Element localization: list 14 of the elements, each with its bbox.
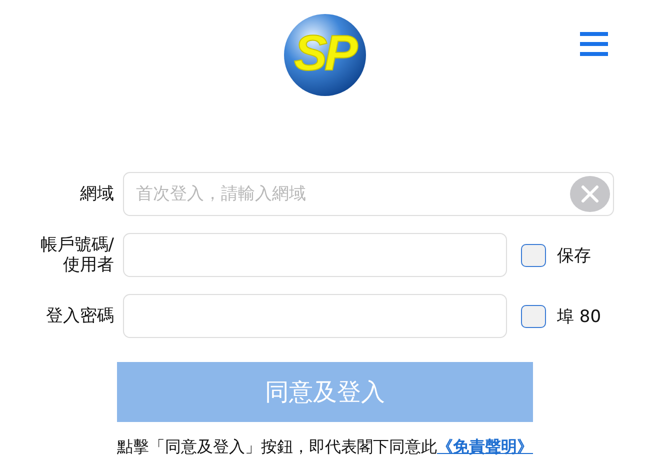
input-field[interactable]: 首次登入，請輸入網域 — [123, 172, 614, 216]
checkbox[interactable] — [521, 304, 546, 328]
field-label: 帳戶號碼/使用者 — [39, 234, 114, 276]
field-label: 網域 — [80, 184, 114, 204]
logo: SP — [282, 14, 368, 96]
notice-text: 點擊「同意及登入」按鈕，即代表閣下同意此 — [117, 437, 437, 456]
input-field[interactable] — [123, 233, 507, 277]
checkbox-label: 保存 — [557, 244, 591, 266]
checkbox-label: 埠 80 — [557, 306, 602, 328]
field-label: 登入密碼 — [46, 306, 114, 326]
menu-icon[interactable] — [580, 32, 608, 56]
disclaimer-link[interactable]: 《免責聲明》 — [437, 437, 533, 456]
input-field[interactable] — [123, 294, 507, 338]
checkbox[interactable] — [521, 244, 546, 266]
